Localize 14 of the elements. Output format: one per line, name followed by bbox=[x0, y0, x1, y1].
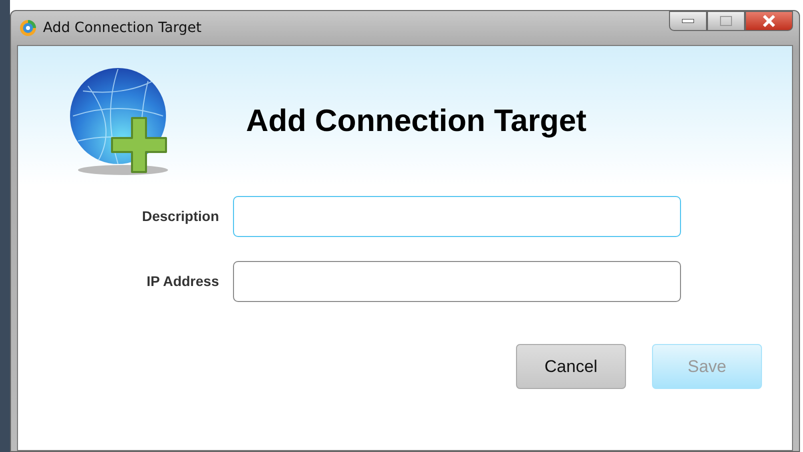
minimize-icon bbox=[682, 19, 694, 23]
app-icon bbox=[19, 19, 37, 37]
dialog-button[interactable]: Cancel bbox=[516, 344, 626, 389]
minimize-button[interactable] bbox=[669, 11, 707, 31]
close-button[interactable] bbox=[745, 11, 793, 31]
close-icon bbox=[762, 15, 776, 27]
field-label: Description bbox=[140, 207, 220, 226]
input-field[interactable] bbox=[233, 261, 681, 302]
maximize-button[interactable] bbox=[707, 11, 745, 31]
maximize-icon bbox=[720, 16, 732, 26]
window-title: Add Connection Target bbox=[43, 18, 202, 38]
input-field[interactable] bbox=[233, 196, 681, 237]
field-label: IP Address bbox=[146, 272, 220, 291]
dialog-heading: Add Connection Target bbox=[246, 102, 586, 140]
